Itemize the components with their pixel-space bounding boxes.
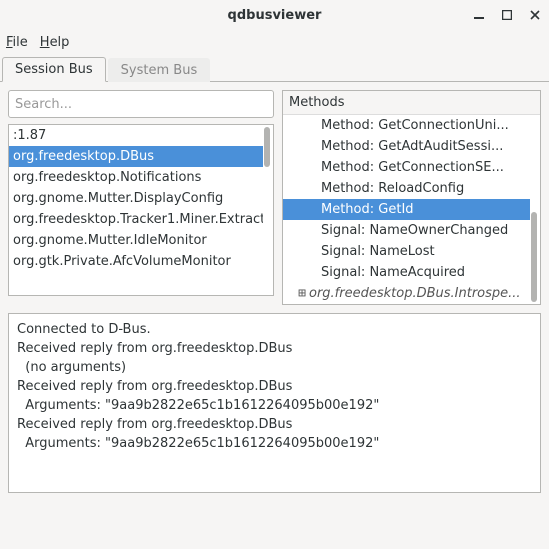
service-item[interactable]: org.freedesktop.Tracker1.Miner.Extract — [9, 209, 263, 230]
tab-bar: Session Bus System Bus — [0, 54, 549, 82]
search-input[interactable] — [15, 97, 267, 112]
tree-node-expandable[interactable]: ⊞org.freedesktop.DBus.Introspe... — [283, 283, 530, 304]
menu-file[interactable]: File — [6, 35, 28, 50]
methods-tree: Method: GetConnectionUni... Method: GetA… — [283, 115, 540, 304]
expand-icon[interactable]: ⊞ — [297, 283, 307, 304]
service-item[interactable]: org.freedesktop.DBus — [9, 146, 263, 167]
menubar: File Help — [0, 30, 549, 54]
tab-system-bus[interactable]: System Bus — [108, 58, 211, 82]
log-line: Arguments: "9aa9b2822e65c1b1612264095b00… — [17, 434, 532, 453]
log-line: Received reply from org.freedesktop.DBus — [17, 415, 532, 434]
menu-file-label: ile — [13, 35, 28, 50]
services-scrollbar[interactable] — [263, 127, 271, 293]
tree-node[interactable]: Method: GetConnectionSE... — [283, 157, 530, 178]
log-line: Received reply from org.freedesktop.DBus — [17, 339, 532, 358]
service-item[interactable]: org.gnome.Mutter.DisplayConfig — [9, 188, 263, 209]
log-line: (no arguments) — [17, 358, 532, 377]
menu-help[interactable]: Help — [40, 35, 70, 50]
services-panel: :1.87 org.freedesktop.DBus org.freedeskt… — [8, 90, 274, 305]
window-controls — [471, 0, 543, 30]
main-panels: :1.87 org.freedesktop.DBus org.freedeskt… — [0, 82, 549, 313]
tree-node[interactable]: Signal: NameLost — [283, 241, 530, 262]
service-item[interactable]: org.gnome.Mutter.IdleMonitor — [9, 230, 263, 251]
tree-node-label: org.freedesktop.DBus.Introspe... — [309, 286, 521, 301]
log-line: Connected to D-Bus. — [17, 320, 532, 339]
close-button[interactable] — [527, 7, 543, 23]
tree-node[interactable]: Method: GetAdtAuditSessi... — [283, 136, 530, 157]
maximize-button[interactable] — [499, 7, 515, 23]
tab-session-bus[interactable]: Session Bus — [2, 57, 106, 82]
tree-node[interactable]: Method: ReloadConfig — [283, 178, 530, 199]
tree-node[interactable]: Method: GetConnectionUni... — [283, 115, 530, 136]
tree-node[interactable]: Method: GetId — [283, 199, 530, 220]
methods-panel: Methods Method: GetConnectionUni... Meth… — [282, 90, 541, 305]
services-list: :1.87 org.freedesktop.DBus org.freedeskt… — [8, 124, 274, 296]
tree-node[interactable]: Signal: NameOwnerChanged — [283, 220, 530, 241]
log-line: Received reply from org.freedesktop.DBus — [17, 377, 532, 396]
service-item[interactable]: org.gtk.Private.AfcVolumeMonitor — [9, 251, 263, 272]
search-box — [8, 90, 274, 118]
menu-help-label: elp — [50, 35, 70, 50]
service-item[interactable]: org.freedesktop.Notifications — [9, 167, 263, 188]
scrollbar-thumb[interactable] — [531, 212, 537, 302]
methods-scrollbar[interactable] — [530, 117, 538, 302]
window-title: qdbusviewer — [228, 8, 322, 23]
services-list-inner: :1.87 org.freedesktop.DBus org.freedeskt… — [9, 125, 273, 295]
minimize-button[interactable] — [471, 7, 487, 23]
log-panel: Connected to D-Bus. Received reply from … — [8, 313, 541, 493]
log-line: Arguments: "9aa9b2822e65c1b1612264095b00… — [17, 396, 532, 415]
tree-node[interactable]: Signal: NameAcquired — [283, 262, 530, 283]
methods-header: Methods — [283, 91, 540, 115]
scrollbar-thumb[interactable] — [264, 127, 270, 167]
titlebar: qdbusviewer — [0, 0, 549, 30]
service-item[interactable]: :1.87 — [9, 125, 263, 146]
